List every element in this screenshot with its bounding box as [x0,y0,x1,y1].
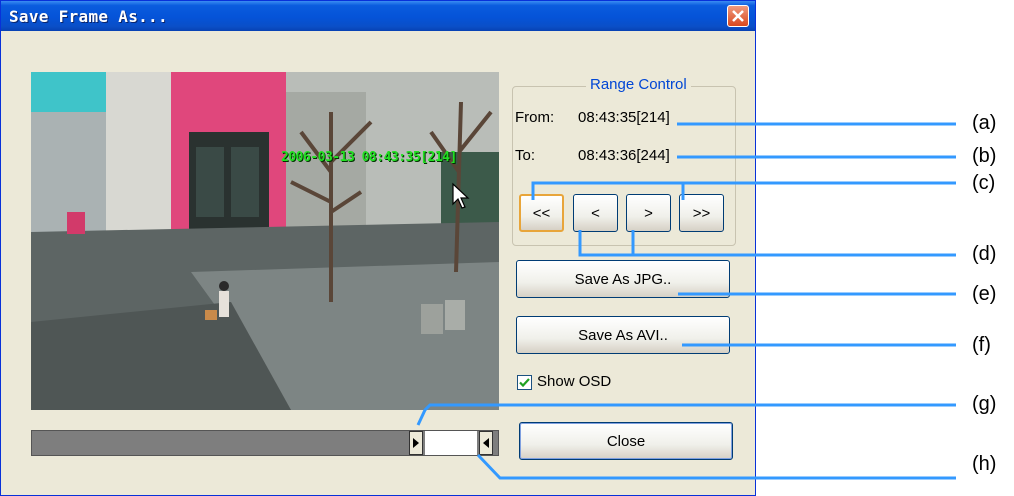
callout-line-h [476,453,956,480]
callout-b: (b) [972,145,997,167]
callout-f: (f) [972,334,991,356]
callout-c: (c) [972,172,996,194]
callout-d: (d) [972,243,997,265]
callout-line-d [578,230,956,257]
callout-line-g [416,403,956,426]
callout-a: (a) [972,112,997,134]
callout-lines [416,122,956,480]
callout-e: (e) [972,283,997,305]
callout-line-c [531,181,956,200]
callout-g: (g) [972,393,997,415]
callout-h: (h) [972,453,997,475]
